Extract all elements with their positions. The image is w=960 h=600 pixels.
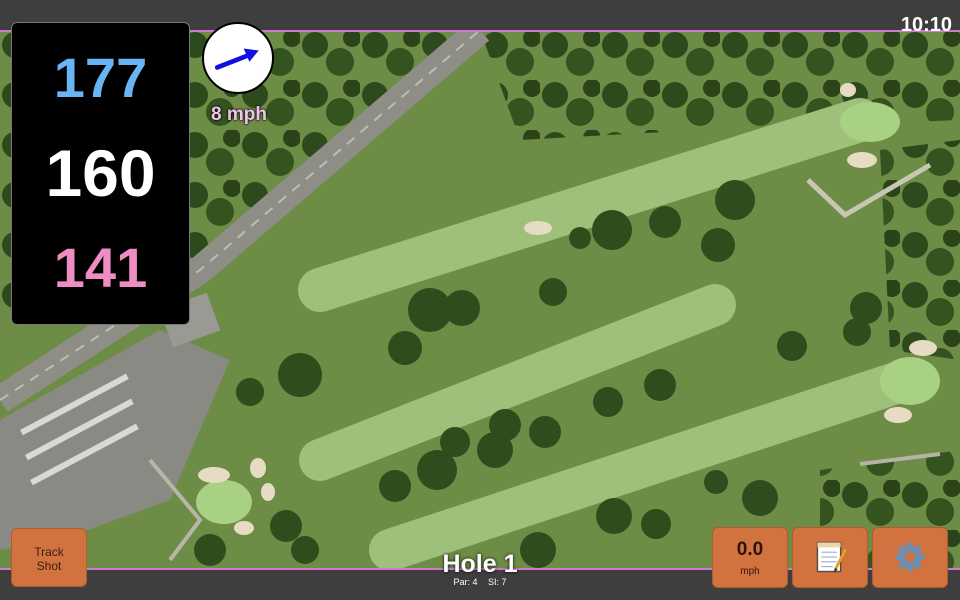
hole-stroke-index: SI: 7 — [488, 577, 507, 587]
front-yardage: 141 — [53, 236, 148, 299]
hole-info: Par: 4 SI: 7 — [400, 577, 560, 587]
wind-indicator — [202, 22, 274, 94]
wind-speed-label: 8 mph — [211, 104, 267, 125]
wind-direction-arrow-icon — [214, 48, 259, 70]
status-time: 10:10 — [900, 14, 952, 36]
speed-value: 0.0 — [736, 539, 764, 560]
speed-unit: mph — [740, 566, 760, 577]
notepad-icon — [816, 541, 847, 573]
track-shot-button[interactable]: Track Shot — [11, 528, 87, 587]
yardage-panel: 177 160 141 — [11, 22, 190, 325]
back-yardage: 177 — [53, 46, 148, 109]
hole-title: Hole 1 — [442, 550, 518, 578]
track-shot-label: Track Shot — [34, 545, 64, 573]
hole-par: Par: 4 — [453, 577, 478, 587]
settings-button[interactable] — [872, 527, 948, 588]
gear-icon — [895, 542, 925, 572]
middle-yardage: 160 — [45, 136, 156, 210]
notes-button[interactable] — [792, 527, 868, 588]
speed-button[interactable]: 0.0 mph — [712, 527, 788, 588]
